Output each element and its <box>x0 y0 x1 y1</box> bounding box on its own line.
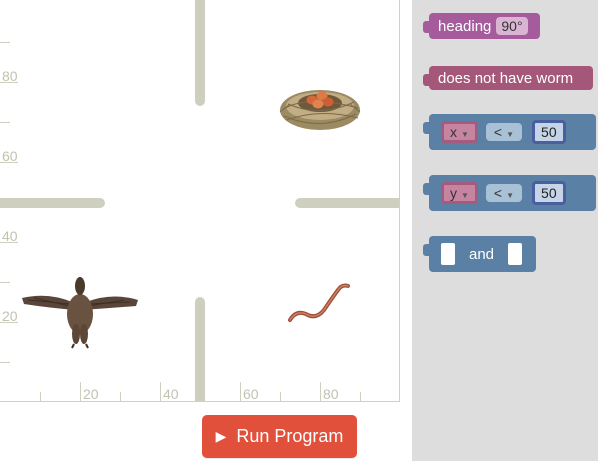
y-axis-label: 40 <box>0 228 18 244</box>
wall-top-vertical <box>195 0 205 106</box>
y-tick <box>0 42 10 43</box>
variable-x-dropdown[interactable]: x ▼ <box>441 121 478 143</box>
chevron-down-icon: ▼ <box>506 191 515 200</box>
run-program-button[interactable]: ▶ Run Program <box>202 415 357 458</box>
nest-eggs-icon <box>279 90 361 130</box>
y-tick <box>0 282 10 283</box>
operator-dropdown[interactable]: < ▼ <box>485 123 523 141</box>
y-axis-label: 60 <box>0 148 18 164</box>
y-axis-label: 20 <box>0 308 18 324</box>
x-axis-label: 80 <box>320 382 339 401</box>
worm-block-label: does not have worm <box>438 69 574 87</box>
stage-canvas: 80 60 40 20 20 40 60 80 <box>0 0 400 402</box>
compare-x-block[interactable]: x ▼ < ▼ 50 <box>423 114 596 150</box>
duck-icon <box>22 277 138 349</box>
compare-y-block[interactable]: y ▼ < ▼ 50 <box>423 175 596 211</box>
value-50-field[interactable]: 50 <box>532 181 566 205</box>
heading-block-label: heading <box>438 17 492 35</box>
heading-value-field[interactable]: 90° <box>496 17 528 35</box>
variable-y-dropdown[interactable]: y ▼ <box>441 182 478 204</box>
y-tick <box>0 122 10 123</box>
x-axis-label: 20 <box>80 382 99 401</box>
and-left-slot[interactable] <box>441 243 455 265</box>
worm-icon <box>288 283 350 322</box>
y-tick <box>0 362 10 363</box>
x-tick <box>40 392 41 401</box>
x-tick <box>360 392 361 401</box>
chevron-down-icon: ▼ <box>461 130 469 139</box>
value-50-field[interactable]: 50 <box>532 120 566 144</box>
block-toolbox: heading 90° does not have worm x ▼ < ▼ 50 … <box>412 0 598 461</box>
x-tick <box>120 392 121 401</box>
and-block[interactable]: and <box>423 236 536 272</box>
heading-block[interactable]: heading 90° <box>423 13 540 39</box>
operator-dropdown[interactable]: < ▼ <box>485 184 523 202</box>
play-icon: ▶ <box>215 428 227 444</box>
does-not-have-worm-block[interactable]: does not have worm <box>423 66 593 90</box>
wall-left-horizontal <box>0 198 105 208</box>
chevron-down-icon: ▼ <box>506 130 515 139</box>
and-right-slot[interactable] <box>508 243 523 265</box>
wall-right-horizontal <box>295 198 399 208</box>
chevron-down-icon: ▼ <box>461 191 469 200</box>
x-axis-label: 40 <box>160 382 179 401</box>
wall-bottom-vertical <box>195 297 205 401</box>
and-block-label: and <box>469 245 495 263</box>
x-axis-label: 60 <box>240 382 259 401</box>
run-button-label: Run Program <box>236 426 344 446</box>
x-tick <box>280 392 281 401</box>
y-axis-label: 80 <box>0 68 18 84</box>
